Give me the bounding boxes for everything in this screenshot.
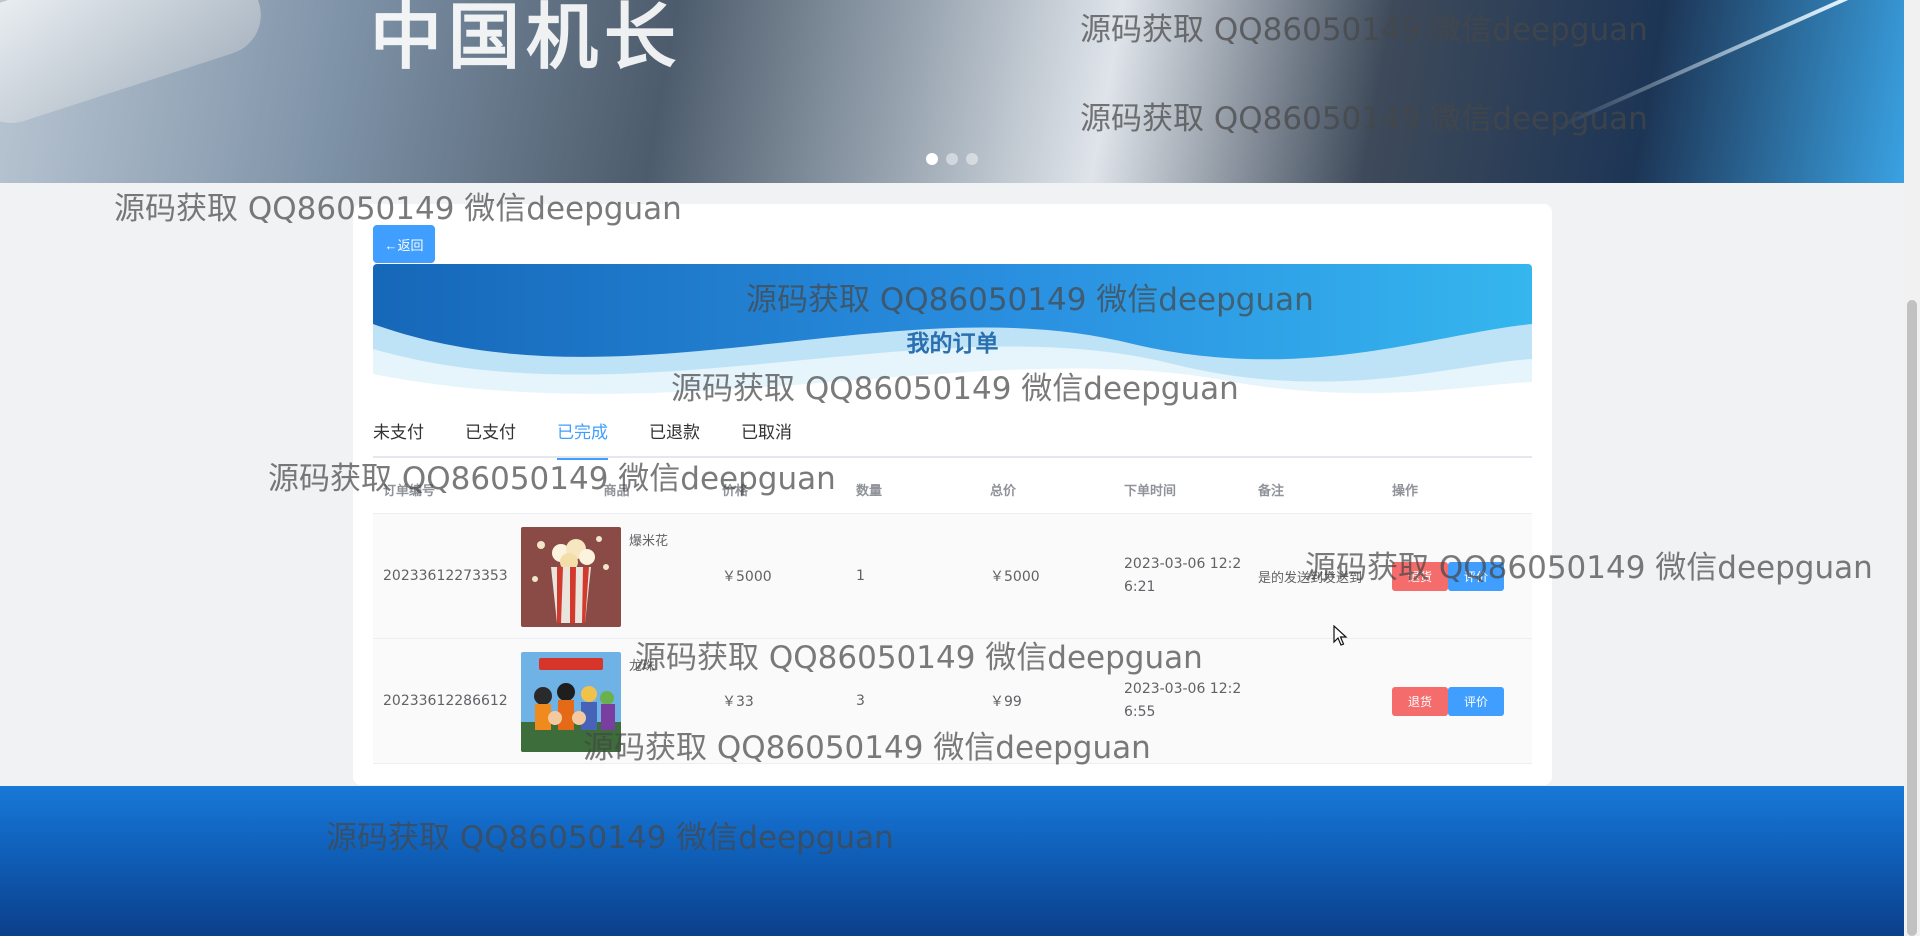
table-row: 20233612273353 爆米花 ￥5000 1 ￥5000 2023-03… xyxy=(373,514,1532,639)
orders-table: 订单编号 商品 价格 数量 总价 下单时间 备注 操作 202336122733… xyxy=(373,466,1532,764)
goods-name: 龙珠 xyxy=(629,659,656,674)
header-goods: 商品 xyxy=(603,484,630,499)
carousel-dot-2[interactable] xyxy=(946,153,958,165)
total-price: ￥5000 xyxy=(990,569,1040,585)
review-button[interactable]: 评价 xyxy=(1448,686,1504,716)
header-order-time: 下单时间 xyxy=(1124,484,1177,499)
price: ￥33 xyxy=(722,694,754,710)
quantity: 1 xyxy=(856,568,865,584)
tab-unpaid[interactable]: 未支付 xyxy=(373,420,424,458)
light-streak xyxy=(1557,0,1851,129)
order-time: 2023-03-06 12:26:55 xyxy=(1124,681,1242,720)
refund-button[interactable]: 退货 xyxy=(1392,561,1448,591)
movie-banner-carousel[interactable]: 中国机长 xyxy=(0,0,1904,183)
order-status-tabs: 未支付 已支付 已完成 已退款 已取消 xyxy=(373,420,1532,460)
banner-movie-title: 中国机长 xyxy=(370,0,683,79)
orders-header-banner: 我的订单 xyxy=(373,264,1532,410)
header-order-id: 订单编号 xyxy=(383,484,436,499)
order-time: 2023-03-06 12:26:21 xyxy=(1124,556,1242,595)
quantity: 3 xyxy=(856,693,865,709)
popcorn-image xyxy=(521,527,621,627)
mouse-cursor-icon xyxy=(1333,625,1348,646)
order-id: 20233612286612 xyxy=(383,693,508,709)
carousel-dot-3[interactable] xyxy=(966,153,978,165)
order-time-cell: 2023-03-06 12:26:55 xyxy=(1124,678,1258,724)
header-price: 价格 xyxy=(722,484,749,499)
dragon-ball-poster-image xyxy=(521,652,621,752)
total-price: ￥99 xyxy=(990,694,1022,710)
actions-cell: 退货 评价 xyxy=(1392,686,1532,716)
tab-paid[interactable]: 已支付 xyxy=(465,420,516,458)
refund-button[interactable]: 退货 xyxy=(1392,686,1448,716)
vertical-scrollbar[interactable] xyxy=(1904,0,1920,936)
back-button[interactable]: ←返回 xyxy=(373,225,435,263)
header-actions: 操作 xyxy=(1392,484,1419,499)
actions-cell: 退货 评价 xyxy=(1392,561,1532,591)
order-time-cell: 2023-03-06 12:26:21 xyxy=(1124,553,1258,599)
note-cell: 是的发送到发送到 xyxy=(1258,567,1392,586)
price: ￥5000 xyxy=(722,569,772,585)
tab-completed[interactable]: 已完成 xyxy=(557,420,608,460)
tab-cancelled[interactable]: 已取消 xyxy=(741,420,792,458)
orders-card: ←返回 我的订单 未支付 已支付 已完成 已退款 已取消 订单编号 商品 价格 … xyxy=(353,204,1552,785)
goods-cell: 爆米花 xyxy=(511,514,722,638)
order-id: 20233612273353 xyxy=(383,568,508,584)
goods-name: 爆米花 xyxy=(629,534,669,549)
order-note: 是的发送到发送到 xyxy=(1258,570,1363,586)
table-row: 20233612286612 龙珠 ￥33 3 ￥99 2023-03-06 1… xyxy=(373,639,1532,764)
goods-cell: 龙珠 xyxy=(511,639,722,763)
scrollbar-thumb[interactable] xyxy=(1907,300,1917,936)
page-footer xyxy=(0,786,1904,936)
header-total: 总价 xyxy=(990,484,1017,499)
airplane-graphic xyxy=(0,0,272,134)
carousel-dot-1[interactable] xyxy=(926,153,938,165)
table-header-row: 订单编号 商品 价格 数量 总价 下单时间 备注 操作 xyxy=(373,466,1532,514)
header-note: 备注 xyxy=(1258,484,1285,499)
carousel-indicators xyxy=(926,153,978,165)
page-title: 我的订单 xyxy=(906,331,999,357)
header-quantity: 数量 xyxy=(856,484,883,499)
review-button[interactable]: 评价 xyxy=(1448,561,1504,591)
tab-refunded[interactable]: 已退款 xyxy=(649,420,700,458)
